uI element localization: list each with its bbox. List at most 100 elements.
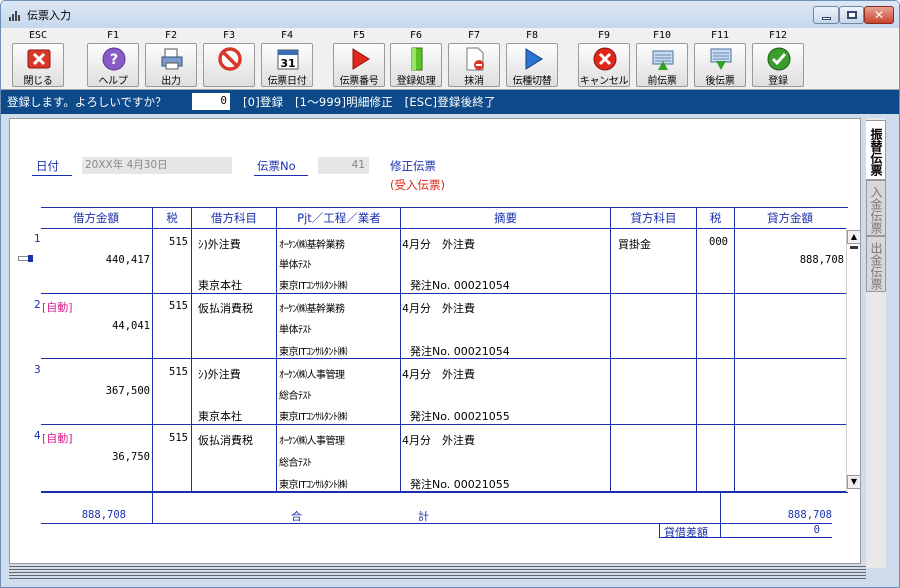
help-icon: ? <box>102 47 126 71</box>
toolbar-button-close[interactable]: ESC 閉じる <box>10 28 66 90</box>
button-label: 伝票日付 <box>267 76 307 87</box>
toolbar-button-output[interactable]: F2 出力 <box>143 28 199 90</box>
button-face[interactable]: 前伝票 <box>636 43 688 87</box>
key-label: ESC <box>28 30 48 41</box>
summary-line1: 4月分 外注費 <box>402 302 475 315</box>
toolbar-button-slip-type-switch[interactable]: F8 伝種切替 <box>504 28 560 90</box>
button-face[interactable]: 出力 <box>145 43 197 87</box>
col-pjt: Pjt／工程／業者 <box>297 211 381 225</box>
confirm-input[interactable]: 0 <box>192 93 230 110</box>
minimize-icon <box>821 16 831 20</box>
button-label: 前伝票 <box>647 76 677 87</box>
tab-payment-slip[interactable]: 出金伝票 <box>866 236 886 292</box>
confirm-prompt: 登録します。よろしいですか？ <box>7 95 167 109</box>
department: 東京本社 <box>198 279 242 292</box>
auto-badge: [自動] <box>42 432 73 445</box>
debit-amount: 36,750 <box>112 451 150 463</box>
toolbar-button-erase[interactable]: F7 抹消 <box>446 28 502 90</box>
tax-code: 515 <box>169 366 188 378</box>
credit-amount: 888,708 <box>799 254 844 266</box>
slip-status: 修正伝票 <box>390 159 436 173</box>
row-number: 3 <box>34 364 41 376</box>
button-label: 閉じる <box>23 76 53 87</box>
button-face[interactable]: 閉じる <box>12 43 64 87</box>
summary-line1: 4月分 外注費 <box>402 368 475 381</box>
scroll-up-arrow-icon[interactable]: ▲ <box>847 230 861 244</box>
button-face[interactable]: 伝票番号 <box>333 43 385 87</box>
button-face[interactable]: 抹消 <box>448 43 500 87</box>
pjt-project: ｵｰｹﾝ㈱基幹業務 <box>279 304 345 315</box>
row-number: 2 <box>34 299 41 311</box>
pjt-project: ｵｰｹﾝ㈱基幹業務 <box>279 240 345 251</box>
row-cursor-icon <box>28 255 33 262</box>
toolbar-button-register[interactable]: F12 登録 <box>750 28 806 90</box>
total-label-a: 合 <box>291 510 302 523</box>
date-field[interactable]: 20XX年 4月30日 <box>82 157 232 174</box>
toolbar-button-prev-slip[interactable]: F10 前伝票 <box>634 28 690 90</box>
key-label: F11 <box>710 30 730 41</box>
debit-account: ｼ)外注費 <box>198 368 241 381</box>
maximize-icon <box>846 11 857 19</box>
pjt-project: ｵｰｹﾝ㈱人事管理 <box>279 436 345 447</box>
pjt-vendor: 東京ITｺﾝｻﾙﾀﾝﾄ㈱ <box>279 281 348 292</box>
svg-text:31: 31 <box>280 57 295 70</box>
button-face[interactable]: 登録処理 <box>390 43 442 87</box>
slip-no-field[interactable]: 41 <box>318 157 369 174</box>
toolbar-button-next-slip[interactable]: F11 後伝票 <box>692 28 748 90</box>
tax-code: 515 <box>169 236 188 248</box>
toolbar-button-register-process[interactable]: F6 登録処理 <box>388 28 444 90</box>
function-key-toolbar: ESC 閉じる F1 ? ヘルプ F2 出力 F3 F4 31 伝票日付 F5 … <box>1 28 899 90</box>
toolbar-button-slip-date[interactable]: F4 31 伝票日付 <box>259 28 315 90</box>
button-label: 抹消 <box>464 76 484 87</box>
check-icon <box>767 47 791 71</box>
key-label: F3 <box>222 30 236 41</box>
maximize-button[interactable] <box>839 6 864 24</box>
credit-account: 買掛金 <box>618 238 651 251</box>
summary-line1: 4月分 外注費 <box>402 238 475 251</box>
debit-account: ｼ)外注費 <box>198 238 241 251</box>
balance-diff-label: 貸借差額 <box>664 526 708 539</box>
tax-code: 515 <box>169 432 188 444</box>
scroll-thumb[interactable] <box>850 246 858 249</box>
title-bar: 伝票入力 ✕ <box>1 1 899 28</box>
print-icon <box>161 48 183 70</box>
slip-type-tabs: 振替伝票 入金伝票 出金伝票 <box>866 118 886 568</box>
button-face[interactable]: 後伝票 <box>694 43 746 87</box>
button-face[interactable]: キャンセル <box>578 43 630 87</box>
key-label: F8 <box>525 30 539 41</box>
balance-diff-value: 0 <box>813 524 820 536</box>
key-label: F5 <box>352 30 366 41</box>
key-label: F7 <box>467 30 481 41</box>
button-face[interactable]: 31 伝票日付 <box>261 43 313 87</box>
cancel-icon <box>593 47 617 71</box>
svg-text:?: ? <box>110 52 118 68</box>
vertical-scrollbar[interactable]: ▲ ▼ <box>846 228 861 492</box>
button-face[interactable]: ? ヘルプ <box>87 43 139 87</box>
button-face[interactable]: 伝種切替 <box>506 43 558 87</box>
debit-account: 仮払消費税 <box>198 302 253 315</box>
close-window-button[interactable]: ✕ <box>864 6 894 24</box>
col-credit-account: 貸方科目 <box>630 211 677 225</box>
toolbar-button-help[interactable]: F1 ? ヘルプ <box>85 28 141 90</box>
prev-slip-icon <box>652 50 674 70</box>
tab-receipt-slip[interactable]: 入金伝票 <box>866 180 886 236</box>
col-summary: 摘要 <box>494 211 517 225</box>
minimize-button[interactable] <box>813 6 839 24</box>
tab-transfer-slip[interactable]: 振替伝票 <box>866 120 886 180</box>
scroll-down-arrow-icon[interactable]: ▼ <box>847 475 861 489</box>
toolbar-button-f3[interactable]: F3 <box>201 28 257 90</box>
button-label: 登録処理 <box>396 76 436 87</box>
debit-amount: 367,500 <box>105 385 150 397</box>
prohibited-icon <box>218 47 242 71</box>
toolbar-button-slip-number[interactable]: F5 伝票番号 <box>331 28 387 90</box>
button-face[interactable] <box>203 43 255 87</box>
credit-tax-code: 000 <box>709 236 728 248</box>
total-label-b: 計 <box>418 510 429 523</box>
calendar-icon: 31 <box>277 49 299 70</box>
blue-play-icon <box>525 48 543 70</box>
key-label: F9 <box>597 30 611 41</box>
button-face[interactable]: 登録 <box>752 43 804 87</box>
col-credit-tax: 税 <box>709 211 722 225</box>
auto-badge: [自動] <box>42 301 73 314</box>
toolbar-button-cancel[interactable]: F9 キャンセル <box>576 28 632 90</box>
